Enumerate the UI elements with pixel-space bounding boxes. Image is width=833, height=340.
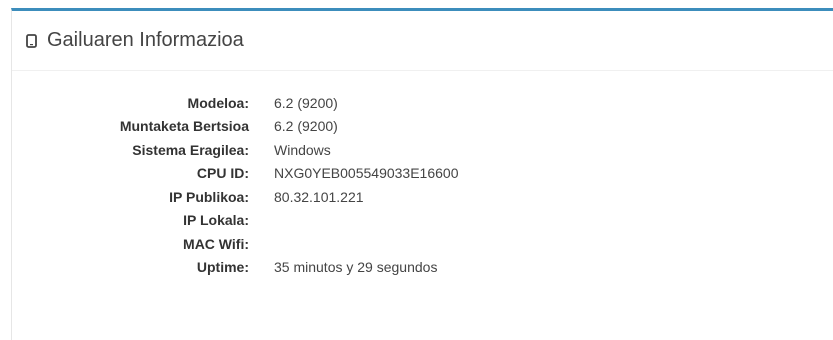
info-row-model: Modeloa: 6.2 (9200) <box>12 91 458 115</box>
info-label: IP Lokala: <box>183 212 249 229</box>
info-row-cpu-id: CPU ID: NXG0YEB005549033E16600 <box>12 162 459 186</box>
info-row-mac-wifi: MAC Wifi: <box>12 232 458 256</box>
info-value: 6.2 (9200) <box>274 118 338 135</box>
info-value: 80.32.101.221 <box>274 188 364 205</box>
mobile-phone-icon <box>26 33 37 48</box>
info-label: CPU ID: <box>196 165 249 182</box>
info-label: MAC Wifi: <box>183 235 249 252</box>
info-label: Sistema Eragilea: <box>132 141 249 158</box>
info-row-build-version: Muntaketa Bertsioa 6.2 (9200) <box>12 115 458 139</box>
info-value: Windows <box>274 141 331 158</box>
info-value: 35 minutos y 29 segundos <box>274 259 438 276</box>
info-value <box>249 232 458 256</box>
info-label: Modeloa: <box>187 94 249 111</box>
info-row-local-ip: IP Lokala: <box>12 209 458 233</box>
device-info-table: Modeloa: 6.2 (9200) Muntaketa Bertsioa 6… <box>12 91 459 280</box>
info-value <box>249 209 458 233</box>
info-value: 6.2 (9200) <box>274 94 338 111</box>
panel-header: Gailuaren Informazioa <box>12 11 833 71</box>
device-info-panel: Gailuaren Informazioa Modeloa: 6.2 (9200… <box>11 8 833 340</box>
info-row-operating-system: Sistema Eragilea: Windows <box>12 138 458 162</box>
info-row-uptime: Uptime: 35 minutos y 29 segundos <box>12 256 458 280</box>
panel-title: Gailuaren Informazioa <box>47 29 244 51</box>
info-value: NXG0YEB005549033E16600 <box>274 165 459 182</box>
info-label: IP Publikoa: <box>169 188 249 205</box>
info-label: Uptime: <box>196 259 249 276</box>
info-label: Muntaketa Bertsioa <box>119 118 249 135</box>
info-row-public-ip: IP Publikoa: 80.32.101.221 <box>12 185 458 209</box>
